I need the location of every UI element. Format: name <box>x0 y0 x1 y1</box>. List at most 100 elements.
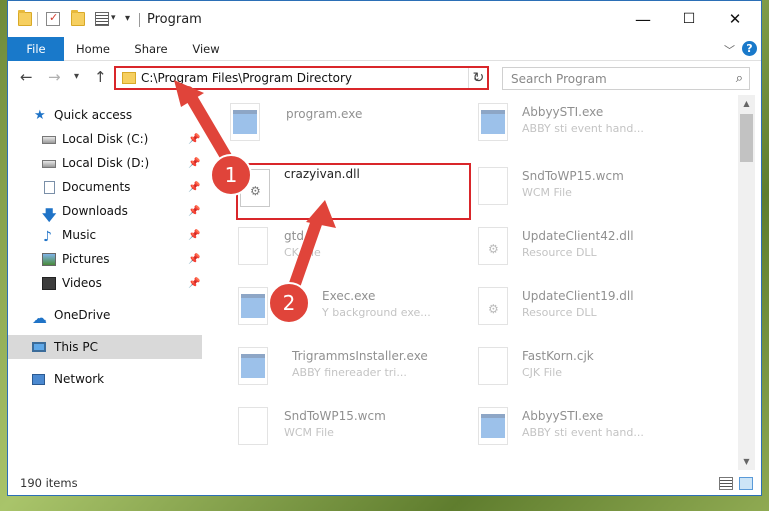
scroll-up-icon[interactable]: ▲ <box>738 95 755 112</box>
vertical-scrollbar[interactable]: ▲ ▼ <box>738 95 755 470</box>
file-item[interactable]: program.exe <box>208 95 448 151</box>
pin-icon[interactable]: 📌 <box>188 230 200 241</box>
pin-icon[interactable]: 📌 <box>188 182 200 193</box>
sidebar-item-quick-access[interactable]: ★ Quick access <box>8 103 202 127</box>
exe-file-icon <box>238 347 268 385</box>
file-name: TrigrammsInstaller.exe <box>292 349 428 363</box>
highlight-box <box>236 163 471 220</box>
sidebar-item-local-disk-d[interactable]: Local Disk (D:) 📌 <box>8 151 202 175</box>
file-name: UpdateClient19.dll <box>522 289 634 303</box>
file-type: Resource DLL <box>522 306 597 319</box>
pin-icon[interactable]: 📌 <box>188 206 200 217</box>
file-type: CK File <box>284 246 321 259</box>
file-item[interactable]: AbbyySTI.exe ABBY sti event hand... <box>456 399 696 455</box>
file-item[interactable]: Exec.exe Y background exe... <box>208 279 448 335</box>
file-name: AbbyySTI.exe <box>522 409 604 423</box>
file-item[interactable]: UpdateClient42.dll Resource DLL <box>456 219 696 275</box>
sidebar-item-music[interactable]: ♪ Music 📌 <box>8 223 202 247</box>
sidebar-item-network[interactable]: Network <box>8 367 202 391</box>
tab-file[interactable]: File <box>8 37 64 61</box>
pin-icon[interactable]: 📌 <box>188 278 200 289</box>
file-name: AbbyySTI.exe <box>522 105 604 119</box>
folder-icon[interactable] <box>18 10 32 26</box>
maximize-button[interactable]: ☐ <box>666 1 712 37</box>
disk-icon <box>42 160 56 168</box>
sidebar-item-label: Music <box>62 228 97 242</box>
properties-icon[interactable] <box>46 11 60 26</box>
scroll-down-icon[interactable]: ▼ <box>738 453 755 470</box>
address-bar[interactable]: C:\Program Files\Program Directory ⌄ <box>114 66 489 90</box>
file-type: Resource DLL <box>522 246 597 259</box>
tab-share[interactable]: Share <box>126 37 176 61</box>
documents-icon <box>44 180 55 194</box>
customize-toolbar-icon[interactable]: ▾ <box>125 13 130 24</box>
file-item[interactable]: SndToWP15.wcm WCM File <box>208 399 448 455</box>
file-type: WCM File <box>522 186 572 199</box>
file-name: Exec.exe <box>322 289 376 303</box>
sidebar-item-label: This PC <box>54 340 98 354</box>
search-placeholder: Search Program <box>511 72 607 86</box>
sidebar-item-documents[interactable]: Documents 📌 <box>8 175 202 199</box>
network-icon <box>32 373 45 385</box>
file-item[interactable]: UpdateClient19.dll Resource DLL <box>456 279 696 335</box>
pin-icon[interactable]: 📌 <box>188 158 200 169</box>
file-name: gtd <box>284 229 304 243</box>
chevron-down-icon[interactable]: ▾ <box>111 13 116 23</box>
address-path[interactable]: C:\Program Files\Program Directory <box>141 71 352 85</box>
back-arrow-icon[interactable]: ← <box>20 68 33 86</box>
details-view-icon[interactable] <box>719 477 733 490</box>
expand-ribbon-icon[interactable]: ﹀ <box>724 42 735 58</box>
pin-icon[interactable]: 📌 <box>188 254 200 265</box>
file-name: SndToWP15.wcm <box>284 409 386 423</box>
music-icon: ♪ <box>43 228 52 245</box>
file-name: UpdateClient42.dll <box>522 229 634 243</box>
tab-view[interactable]: View <box>183 37 229 61</box>
tab-home[interactable]: Home <box>68 37 118 61</box>
navigation-bar: ← → ▾ ↑ C:\Program Files\Program Directo… <box>8 62 761 94</box>
item-count: 190 items <box>20 476 78 490</box>
explorer-window: ▾ ▾ Program — ☐ ✕ File Home Share View ﹀… <box>7 0 762 496</box>
file-item[interactable]: FastKorn.cjk CJK File <box>456 339 696 395</box>
forward-arrow-icon[interactable]: → <box>48 68 61 86</box>
view-options-icon[interactable] <box>95 12 109 26</box>
document-file-icon <box>478 347 508 385</box>
file-item[interactable]: TrigrammsInstaller.exe ABBY finereader t… <box>208 339 448 395</box>
new-folder-icon[interactable] <box>71 10 85 26</box>
file-item[interactable]: SndToWP15.wcm WCM File <box>456 159 696 215</box>
file-name: program.exe <box>286 107 363 121</box>
pictures-icon <box>42 252 56 266</box>
help-icon[interactable]: ? <box>742 41 757 56</box>
file-item[interactable]: AbbyySTI.exe ABBY sti event hand... <box>456 95 696 151</box>
onedrive-icon: ☁ <box>32 308 47 327</box>
file-type: ABBY sti event hand... <box>522 426 644 439</box>
sidebar-item-downloads[interactable]: 🡇 Downloads 📌 <box>8 199 202 224</box>
exe-file-icon <box>238 287 268 325</box>
sidebar-item-label: Quick access <box>54 108 133 122</box>
sidebar-item-videos[interactable]: Videos 📌 <box>8 271 202 295</box>
downloads-icon: 🡇 <box>42 207 57 224</box>
file-name: SndToWP15.wcm <box>522 169 624 183</box>
search-input[interactable]: Search Program ⌕ <box>502 67 750 90</box>
file-item[interactable]: gtd CK File <box>208 219 448 275</box>
file-type: ABBY sti event hand... <box>522 122 644 135</box>
sidebar-item-label: Downloads <box>62 204 128 218</box>
refresh-icon[interactable]: ↻ <box>468 68 488 88</box>
exe-file-icon <box>230 103 260 141</box>
sidebar-item-onedrive[interactable]: ☁ OneDrive <box>8 303 202 327</box>
sidebar-item-pictures[interactable]: Pictures 📌 <box>8 247 202 271</box>
up-arrow-icon[interactable]: ↑ <box>94 68 107 86</box>
ribbon: File Home Share View ﹀ ? <box>8 37 761 61</box>
sidebar-item-label: Pictures <box>62 252 110 266</box>
minimize-button[interactable]: — <box>620 1 666 37</box>
sidebar-item-local-disk-c[interactable]: Local Disk (C:) 📌 <box>8 127 202 151</box>
close-button[interactable]: ✕ <box>712 1 758 37</box>
disk-icon <box>42 136 56 144</box>
large-icons-view-icon[interactable] <box>739 477 753 490</box>
sidebar-item-this-pc[interactable]: This PC <box>8 335 202 359</box>
scroll-thumb[interactable] <box>740 114 753 162</box>
recent-locations-icon[interactable]: ▾ <box>74 71 79 82</box>
search-icon[interactable]: ⌕ <box>736 71 743 86</box>
document-file-icon <box>238 227 268 265</box>
pin-icon[interactable]: 📌 <box>188 134 200 145</box>
file-type: CJK File <box>522 366 563 379</box>
